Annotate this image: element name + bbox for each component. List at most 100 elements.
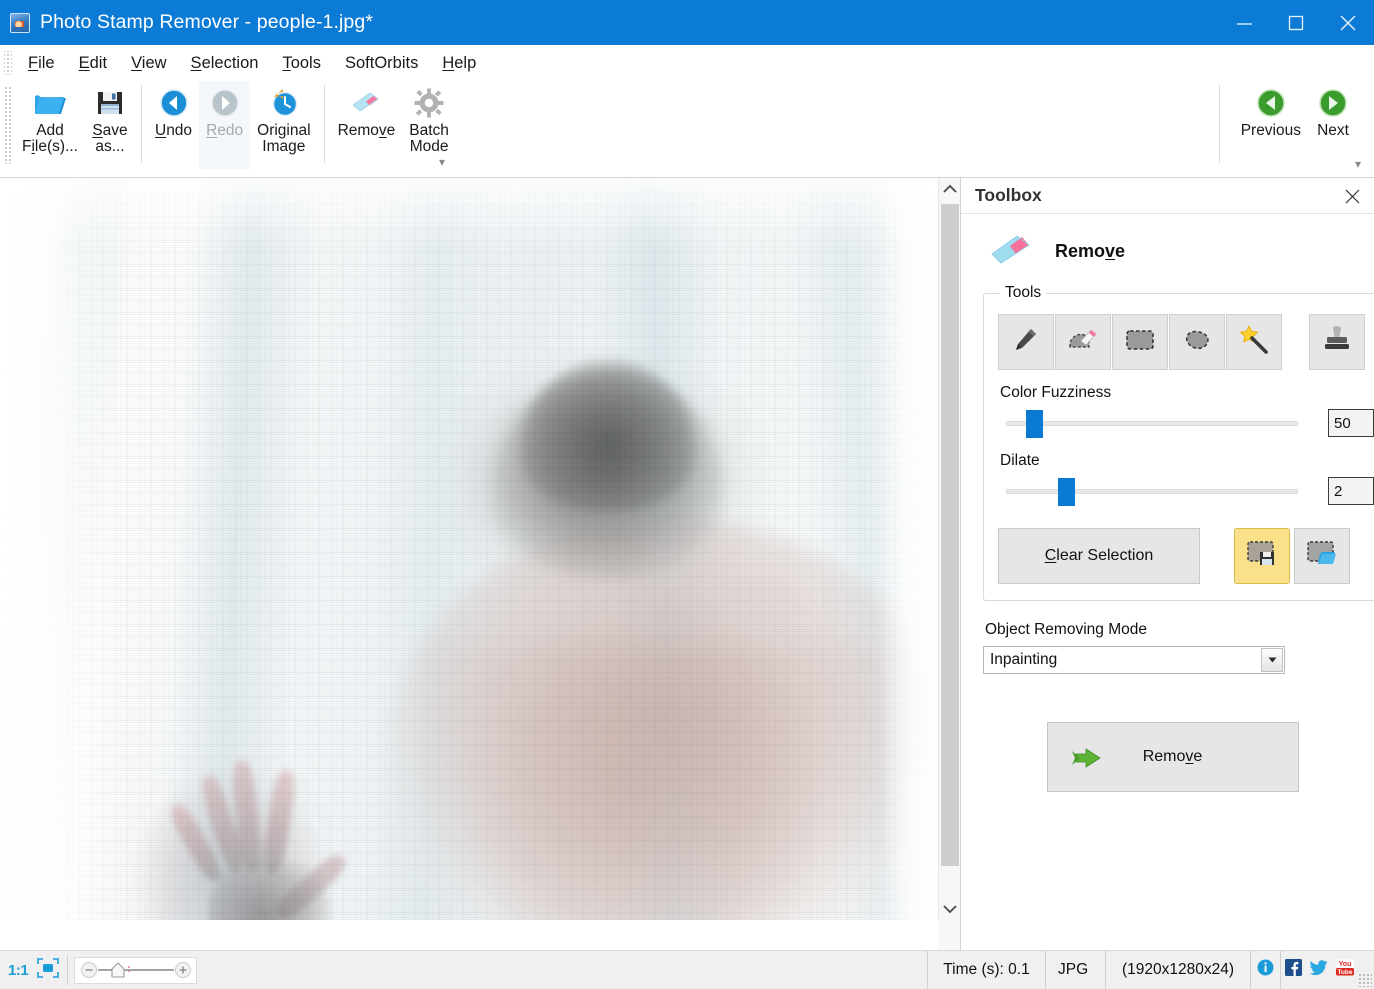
zoom-slider[interactable] bbox=[74, 956, 198, 984]
undo-button[interactable]: Undo bbox=[148, 81, 199, 169]
add-files-button[interactable]: Add File(s)... bbox=[15, 81, 85, 169]
window-resize-grip[interactable] bbox=[1358, 973, 1372, 987]
magic-wand-tool-button[interactable] bbox=[1226, 314, 1282, 370]
svg-text:You: You bbox=[1338, 961, 1351, 968]
remove-button[interactable]: Remove bbox=[331, 81, 403, 169]
save-as-label: Save as... bbox=[92, 122, 128, 156]
stamp-tool-button[interactable] bbox=[1309, 314, 1365, 370]
color-fuzziness-track bbox=[1006, 421, 1298, 426]
tools-group-legend: Tools bbox=[1005, 284, 1042, 301]
toolbox-panel: Toolbox Remove Tools Color Fuzziness 50 … bbox=[960, 178, 1374, 950]
scrollbar-corner bbox=[938, 920, 960, 950]
maximize-button[interactable] bbox=[1270, 0, 1322, 45]
title-bar: Photo Stamp Remover - people-1.jpg* bbox=[0, 0, 1374, 45]
redo-arrow-icon bbox=[210, 86, 240, 120]
save-as-button[interactable]: Save as... bbox=[85, 81, 135, 169]
toolbar-expander-icon[interactable]: ▾ bbox=[434, 155, 450, 169]
menu-edit[interactable]: Edit bbox=[67, 52, 119, 75]
toolbar: Add File(s)... Save as... Undo Redo Orig… bbox=[0, 81, 1374, 178]
pencil-tool-button[interactable] bbox=[998, 314, 1054, 370]
green-left-arrow-icon bbox=[1256, 86, 1286, 120]
chevron-down-icon[interactable] bbox=[1261, 648, 1283, 672]
menu-help[interactable]: Help bbox=[430, 52, 488, 75]
scroll-up-icon[interactable] bbox=[939, 178, 961, 200]
toolbox-header: Toolbox bbox=[961, 178, 1374, 214]
menu-softorbits[interactable]: SoftOrbits bbox=[333, 52, 430, 75]
menu-file[interactable]: FFileile bbox=[16, 52, 67, 75]
load-selection-button[interactable] bbox=[1294, 528, 1350, 584]
minimize-button[interactable] bbox=[1218, 0, 1270, 45]
menu-grip-handle[interactable] bbox=[4, 51, 12, 75]
rectangle-tool-button[interactable] bbox=[1112, 314, 1168, 370]
toolbar-separator-3 bbox=[1218, 85, 1220, 163]
close-button[interactable] bbox=[1322, 0, 1374, 45]
menu-selection[interactable]: Selection bbox=[179, 52, 271, 75]
menu-view[interactable]: View bbox=[119, 52, 178, 75]
dilate-value[interactable]: 2 bbox=[1328, 477, 1374, 505]
info-icon bbox=[1257, 959, 1274, 981]
next-label: Next bbox=[1317, 122, 1349, 139]
image-canvas-area[interactable] bbox=[0, 178, 960, 950]
lasso-tool-button[interactable] bbox=[1169, 314, 1225, 370]
twitter-icon[interactable] bbox=[1309, 959, 1328, 981]
color-fuzziness-label: Color Fuzziness bbox=[1000, 384, 1112, 401]
color-fuzziness-slider[interactable] bbox=[998, 408, 1306, 438]
clear-selection-button[interactable]: Clear Selection bbox=[998, 528, 1200, 584]
menu-tools[interactable]: Tools bbox=[270, 52, 333, 75]
selection-actions-row: Clear Selection bbox=[998, 528, 1374, 584]
eraser-icon bbox=[350, 86, 382, 120]
original-image-label: Original Image bbox=[257, 122, 311, 156]
color-fuzziness-thumb[interactable] bbox=[1026, 410, 1043, 438]
previous-button[interactable]: Previous bbox=[1234, 81, 1308, 169]
save-selection-icon bbox=[1246, 540, 1278, 573]
floppy-disk-icon bbox=[96, 86, 124, 120]
remove-action-button[interactable]: Remove bbox=[1046, 722, 1299, 792]
status-format: JPG bbox=[1045, 951, 1105, 989]
redo-button: Redo bbox=[199, 81, 251, 169]
dilate-thumb[interactable] bbox=[1058, 478, 1075, 506]
green-right-arrow-icon bbox=[1318, 86, 1348, 120]
status-time: Time (s): 0.1 bbox=[927, 951, 1045, 989]
dilate-slider[interactable] bbox=[998, 476, 1306, 506]
undo-arrow-icon bbox=[159, 86, 189, 120]
color-fuzziness-value[interactable]: 50 bbox=[1328, 409, 1374, 437]
toolbar-separator-1 bbox=[140, 85, 142, 163]
application-window: Photo Stamp Remover - people-1.jpg* FFil… bbox=[0, 0, 1374, 989]
zoom-ratio-label[interactable]: 1:1 bbox=[8, 962, 29, 979]
youtube-icon[interactable]: You Tube bbox=[1335, 959, 1355, 981]
color-fuzziness-row: 50 bbox=[998, 408, 1374, 438]
save-selection-button[interactable] bbox=[1234, 528, 1290, 584]
info-button[interactable] bbox=[1250, 951, 1280, 989]
next-button[interactable]: Next bbox=[1308, 81, 1358, 169]
toolbox-close-icon[interactable] bbox=[1340, 184, 1364, 208]
undo-label: Undo bbox=[154, 122, 193, 139]
facebook-icon[interactable] bbox=[1284, 959, 1302, 981]
object-removing-mode-select[interactable]: Inpainting bbox=[983, 646, 1285, 674]
stamp-icon bbox=[1323, 325, 1351, 360]
open-folder-icon bbox=[33, 86, 67, 120]
dilate-track bbox=[1006, 489, 1298, 494]
photo-image[interactable] bbox=[0, 178, 938, 920]
photo-top-highlight bbox=[0, 178, 938, 248]
zoom-controls: 1:1 bbox=[0, 951, 67, 989]
remove-action-wrap: Remove bbox=[983, 722, 1362, 792]
add-files-label: Add File(s)... bbox=[22, 122, 78, 156]
vertical-scrollbar[interactable] bbox=[938, 178, 961, 920]
toolbar-group-history: Undo Redo Original Image bbox=[148, 81, 318, 173]
tool-buttons bbox=[998, 314, 1283, 370]
remove-label: Remove bbox=[337, 122, 396, 139]
scroll-down-icon[interactable] bbox=[939, 898, 961, 920]
rectangle-select-icon bbox=[1125, 329, 1155, 356]
original-image-button[interactable]: Original Image bbox=[250, 81, 317, 169]
toolbar-group-file: Add File(s)... Save as... bbox=[15, 81, 135, 173]
brush-tool-button[interactable] bbox=[1055, 314, 1111, 370]
image-viewport[interactable] bbox=[0, 178, 938, 920]
vertical-scroll-thumb[interactable] bbox=[941, 204, 959, 866]
toolbox-mode-label: Remove bbox=[1055, 240, 1126, 261]
selection-io-buttons bbox=[1234, 528, 1354, 584]
toolbar-expander-right-icon[interactable]: ▾ bbox=[1350, 157, 1366, 171]
brush-icon bbox=[1067, 325, 1099, 360]
toolbar-grip-handle[interactable] bbox=[4, 86, 12, 164]
tool-buttons-row bbox=[998, 314, 1374, 370]
fit-to-window-icon[interactable] bbox=[37, 957, 59, 983]
